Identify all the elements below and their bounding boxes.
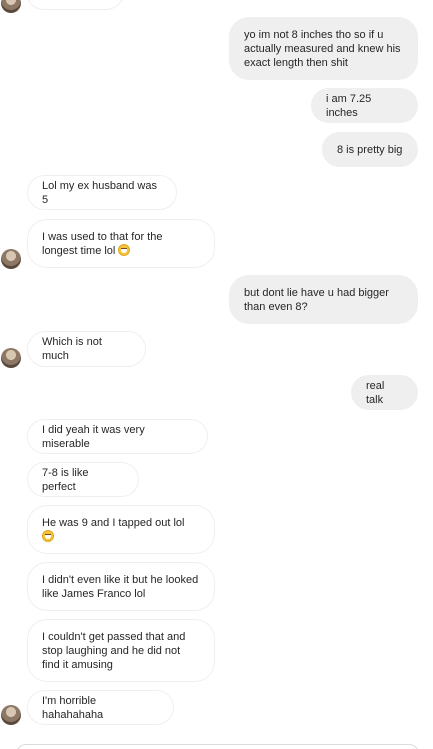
grinning-sweat-emoji-icon: [42, 529, 54, 542]
message-bubble-incoming[interactable]: I'm horrible hahahahaha: [27, 690, 174, 725]
message-text: yo im not 8 inches tho so if u actually …: [244, 28, 401, 69]
message-text: Lol my ex husband was 5: [42, 179, 157, 206]
message-bubble-incoming[interactable]: Which is not much: [27, 331, 146, 367]
message-bubble-incoming[interactable]: I couldn't get passed that and stop laug…: [27, 619, 215, 682]
message-text: I didn't even like it but he looked like…: [42, 573, 199, 600]
message-bubble-incoming[interactable]: I did yeah it was very miserable: [27, 419, 208, 454]
contact-avatar[interactable]: [1, 348, 21, 368]
chat-thread: yo im not 8 inches tho so if u actually …: [0, 0, 433, 749]
message-bubble-partial: [26, 0, 124, 10]
message-bubble-incoming[interactable]: He was 9 and I tapped out lol: [27, 505, 215, 554]
message-bubble-incoming[interactable]: 7-8 is like perfect: [27, 462, 139, 497]
message-text: real talk: [366, 379, 385, 406]
grinning-sweat-emoji-icon: [118, 243, 131, 256]
message-bubble-incoming[interactable]: I didn't even like it but he looked like…: [27, 562, 215, 611]
message-bubble-outgoing[interactable]: but dont lie have u had bigger than even…: [229, 275, 418, 324]
message-text: Which is not much: [42, 336, 102, 362]
message-text: i am 7.25 inches: [326, 92, 372, 119]
message-text: but dont lie have u had bigger than even…: [244, 286, 389, 313]
contact-avatar[interactable]: [1, 249, 21, 269]
message-text: I was used to that for the longest time …: [42, 230, 163, 257]
message-bubble-incoming[interactable]: I was used to that for the longest time …: [27, 219, 215, 268]
message-text: 7-8 is like perfect: [42, 466, 89, 493]
message-bubble-outgoing[interactable]: i am 7.25 inches: [311, 88, 418, 123]
message-bubble-outgoing[interactable]: yo im not 8 inches tho so if u actually …: [229, 17, 418, 80]
contact-avatar[interactable]: [1, 705, 21, 725]
message-text: I'm horrible hahahahaha: [42, 694, 104, 721]
message-bubble-incoming[interactable]: Lol my ex husband was 5: [27, 175, 177, 210]
message-bubble-outgoing[interactable]: real talk: [351, 375, 418, 410]
contact-avatar[interactable]: [1, 0, 21, 13]
message-text: I couldn't get passed that and stop laug…: [42, 630, 186, 671]
message-bubble-outgoing[interactable]: 8 is pretty big: [322, 132, 418, 167]
message-text: He was 9 and I tapped out lol: [42, 516, 184, 544]
message-text: I did yeah it was very miserable: [42, 423, 145, 450]
message-input[interactable]: [16, 744, 419, 749]
message-text: 8 is pretty big: [337, 143, 403, 156]
